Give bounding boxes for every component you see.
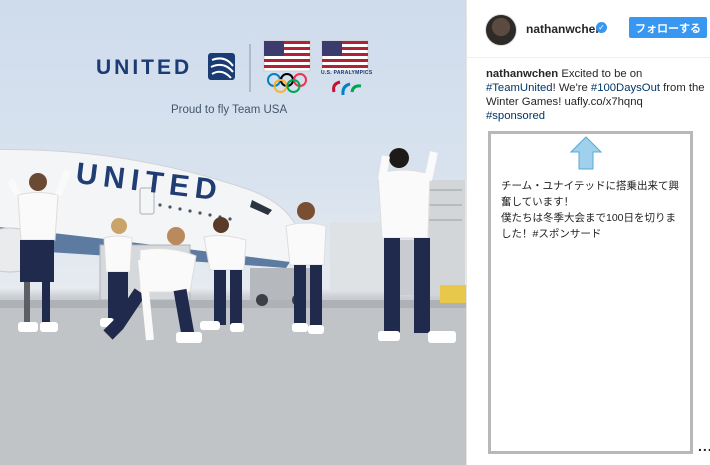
translation-line-1: チーム・ユナイテッドに搭乗出来て興奮しています！ — [501, 180, 679, 208]
verified-badge-icon: ✓ — [596, 22, 607, 33]
follow-button[interactable]: フォローする — [629, 17, 707, 38]
caption-text-1: Excited to be on — [558, 68, 643, 80]
hashtag-100daysout[interactable]: #100DaysOut — [591, 82, 660, 94]
paralympic-agitos-icon — [332, 80, 362, 96]
olympic-rings-icon — [267, 73, 307, 93]
more-options-icon[interactable]: ... — [698, 438, 710, 454]
post-photo[interactable]: UNITED U.S. PARALYMPICS Proud to fly Tea… — [0, 0, 466, 465]
hashtag-teamunited[interactable]: #TeamUnited — [486, 82, 553, 94]
translation-note: チーム・ユナイテッドに搭乗出来て興奮しています！ 僕たちは冬季大会まで100日を… — [488, 131, 693, 454]
caption-text-2: ! We're — [552, 82, 591, 94]
post-caption: nathanwchen Excited to be on #TeamUnited… — [486, 67, 706, 123]
avatar[interactable] — [485, 14, 517, 46]
hashtag-sponsored[interactable]: #sponsored — [486, 110, 545, 122]
translation-line-2: 僕たちは冬季大会まで100日を切りました！#スポンサード — [501, 212, 677, 240]
post-panel: nathanwchen ✓ フォローする nathanwchen Excited… — [466, 0, 710, 465]
photo-illustration — [0, 40, 466, 465]
globe-logo-icon — [208, 53, 235, 80]
paralympics-caption: U.S. PARALYMPICS — [321, 70, 373, 76]
username-link[interactable]: nathanwchen — [526, 22, 603, 36]
translation-text: チーム・ユナイテッドに搭乗出来て興奮しています！ 僕たちは冬季大会まで100日を… — [501, 178, 686, 242]
up-arrow-icon — [570, 136, 602, 170]
caption-username[interactable]: nathanwchen — [486, 68, 558, 80]
tagline: Proud to fly Team USA — [171, 104, 288, 116]
united-wordmark: UNITED — [96, 56, 193, 79]
header-divider — [467, 57, 710, 58]
us-flag-icon — [263, 40, 369, 72]
